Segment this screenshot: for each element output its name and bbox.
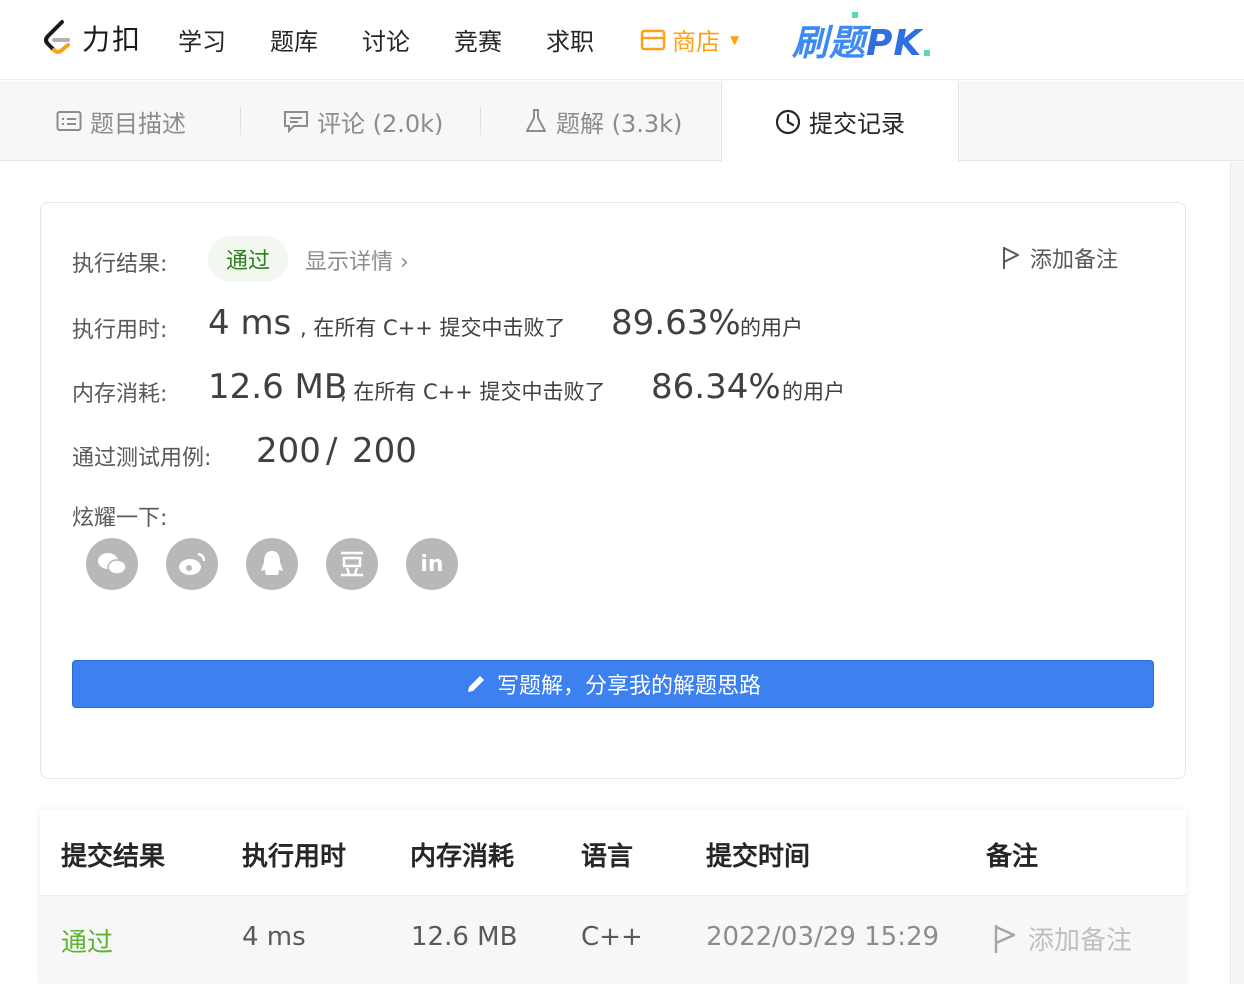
show-details-link[interactable]: 显示详情 › [305, 244, 409, 276]
row-runtime: 4 ms [242, 922, 306, 952]
tests-separator: / [326, 431, 338, 471]
tab-comments[interactable]: 评论 (2.0k) [283, 81, 443, 161]
brand-name: 力扣 [82, 23, 143, 56]
row-time: 2022/03/29 15:29 [706, 922, 940, 952]
runtime-value: 4 ms [208, 303, 292, 343]
row-add-note-button[interactable]: 添加备注 [992, 920, 1132, 957]
clock-icon [775, 109, 801, 134]
tab-submissions-label: 提交记录 [809, 110, 905, 138]
runtime-percent: 89.63% [611, 303, 741, 343]
header-memory: 内存消耗 [410, 842, 515, 872]
tab-divider [240, 107, 241, 135]
tab-submissions[interactable]: 提交记录 [721, 81, 959, 162]
nav-store[interactable]: 商店 ▼ [640, 22, 739, 57]
write-solution-button[interactable]: 写题解，分享我的解题思路 [72, 660, 1154, 708]
nav-jobs[interactable]: 求职 [546, 22, 594, 57]
wechat-icon[interactable] [86, 538, 138, 590]
header-runtime: 执行用时 [242, 842, 347, 872]
add-note-label: 添加备注 [1030, 248, 1119, 273]
tab-description[interactable]: 题目描述 [56, 81, 186, 161]
share-label: 炫耀一下: [72, 506, 168, 531]
nav-store-label: 商店 [672, 28, 720, 56]
tests-passed: 200 [256, 431, 321, 471]
pencil-icon [467, 676, 484, 692]
nav-discuss[interactable]: 讨论 [362, 22, 410, 57]
write-solution-label: 写题解，分享我的解题思路 [496, 674, 761, 699]
nav-problems[interactable]: 题库 [270, 22, 318, 57]
status-badge: 通过 [208, 236, 288, 282]
leetcode-logo[interactable]: 力扣 [40, 18, 142, 58]
status-label: 执行结果: [72, 252, 168, 277]
runtime-text: , 在所有 C++ 提交中击败了 [300, 316, 566, 340]
flag-icon [994, 924, 1016, 953]
flask-icon [526, 109, 546, 132]
tab-solutions-label: 题解 (3.3k) [556, 109, 683, 138]
memory-text: , 在所有 C++ 提交中击败了 [340, 380, 606, 404]
pk-decoration [924, 50, 930, 56]
problem-tabs: 题目描述 评论 (2.0k) 题解 (3.3k) 提交记录 [0, 81, 1244, 162]
comment-icon [284, 111, 308, 133]
nav-contest[interactable]: 竞赛 [454, 22, 502, 57]
caret-down-icon: ▼ [730, 32, 740, 47]
tab-comments-label: 评论 (2.0k) [317, 109, 444, 138]
description-icon [56, 111, 82, 131]
store-icon [640, 29, 666, 50]
nav-study[interactable]: 学习 [178, 22, 226, 57]
tab-description-label: 题目描述 [90, 109, 186, 138]
row-result[interactable]: 通过 [61, 922, 113, 959]
leetcode-logo-icon [44, 20, 70, 54]
runtime-label: 执行用时: [72, 318, 168, 343]
row-add-note-label: 添加备注 [1028, 926, 1133, 956]
weibo-icon[interactable] [166, 538, 218, 590]
qq-icon[interactable] [246, 538, 298, 590]
tab-divider [480, 107, 481, 135]
memory-users: 的用户 [782, 380, 845, 404]
runtime-users: 的用户 [740, 316, 803, 340]
pk-prefix: 刷题 [792, 23, 867, 64]
memory-label: 内存消耗: [72, 382, 168, 407]
linkedin-icon[interactable]: in [406, 538, 458, 590]
tests-label: 通过测试用例: [72, 446, 212, 471]
pk-banner[interactable]: 刷题PK [792, 14, 922, 66]
add-note-button[interactable]: 添加备注 [1000, 242, 1118, 274]
scrollbar[interactable] [1230, 162, 1244, 984]
memory-value: 12.6 MB [208, 367, 348, 407]
row-memory: 12.6 MB [411, 922, 518, 952]
row-language: C++ [581, 922, 643, 952]
header-note: 备注 [986, 842, 1039, 872]
tab-solutions[interactable]: 题解 (3.3k) [524, 81, 682, 161]
pk-decoration [852, 12, 858, 18]
header-time: 提交时间 [706, 842, 811, 872]
header-language: 语言 [581, 842, 634, 872]
top-navbar: 力扣 学习 题库 讨论 竞赛 求职 商店 ▼ 刷题PK [0, 0, 1244, 80]
douban-icon[interactable] [326, 538, 378, 590]
header-result: 提交结果 [61, 842, 166, 872]
pk-suffix: PK [866, 23, 923, 64]
flag-icon [1003, 247, 1019, 269]
tests-total: 200 [352, 431, 417, 471]
memory-percent: 86.34% [651, 367, 781, 407]
